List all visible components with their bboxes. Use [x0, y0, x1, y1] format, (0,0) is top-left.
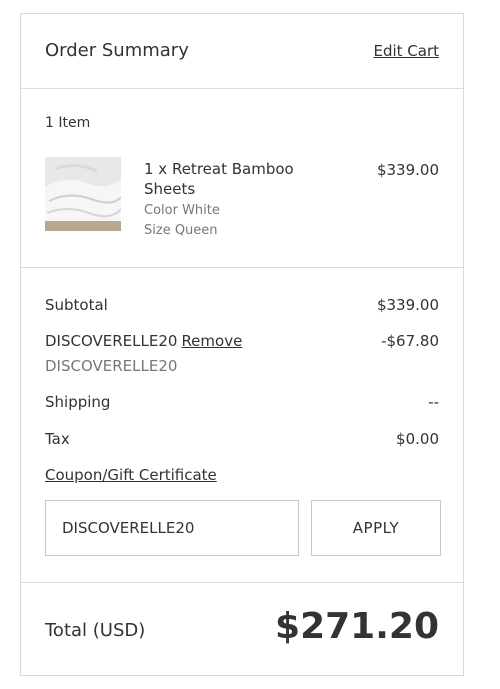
total-label: Total (USD) — [45, 620, 146, 641]
subtotal-value: $339.00 — [376, 296, 439, 314]
product-thumbnail — [45, 157, 121, 231]
item-count: 1 Item — [45, 115, 91, 131]
remove-coupon-link[interactable]: Remove — [181, 332, 242, 350]
discount-value: -$67.80 — [381, 332, 439, 350]
subtotal-label: Subtotal — [45, 296, 108, 314]
item-price: $339.00 — [376, 161, 439, 179]
coupon-code-input[interactable] — [45, 500, 299, 556]
item-size: Size Queen — [144, 223, 218, 238]
discount-row: DISCOVERELLE20 Remove — [45, 332, 242, 350]
coupon-gift-certificate-link[interactable]: Coupon/Gift Certificate — [45, 466, 217, 484]
shipping-value: -- — [428, 393, 439, 411]
discount-code: DISCOVERELLE20 — [45, 332, 178, 350]
edit-cart-link[interactable]: Edit Cart — [373, 42, 439, 60]
divider — [21, 88, 463, 89]
tax-value: $0.00 — [396, 430, 439, 448]
divider — [21, 582, 463, 583]
item-name: 1 x Retreat Bamboo Sheets — [144, 160, 294, 198]
item-color: Color White — [144, 203, 220, 218]
apply-coupon-button[interactable]: APPLY — [311, 500, 441, 556]
discount-subtext: DISCOVERELLE20 — [45, 357, 178, 375]
total-value: $271.20 — [275, 606, 439, 647]
divider — [21, 267, 463, 268]
tax-label: Tax — [45, 430, 70, 448]
order-summary-title: Order Summary — [45, 40, 189, 61]
shipping-label: Shipping — [45, 393, 111, 411]
order-summary-card: Order Summary Edit Cart 1 Item 1 x Retre… — [20, 13, 464, 676]
